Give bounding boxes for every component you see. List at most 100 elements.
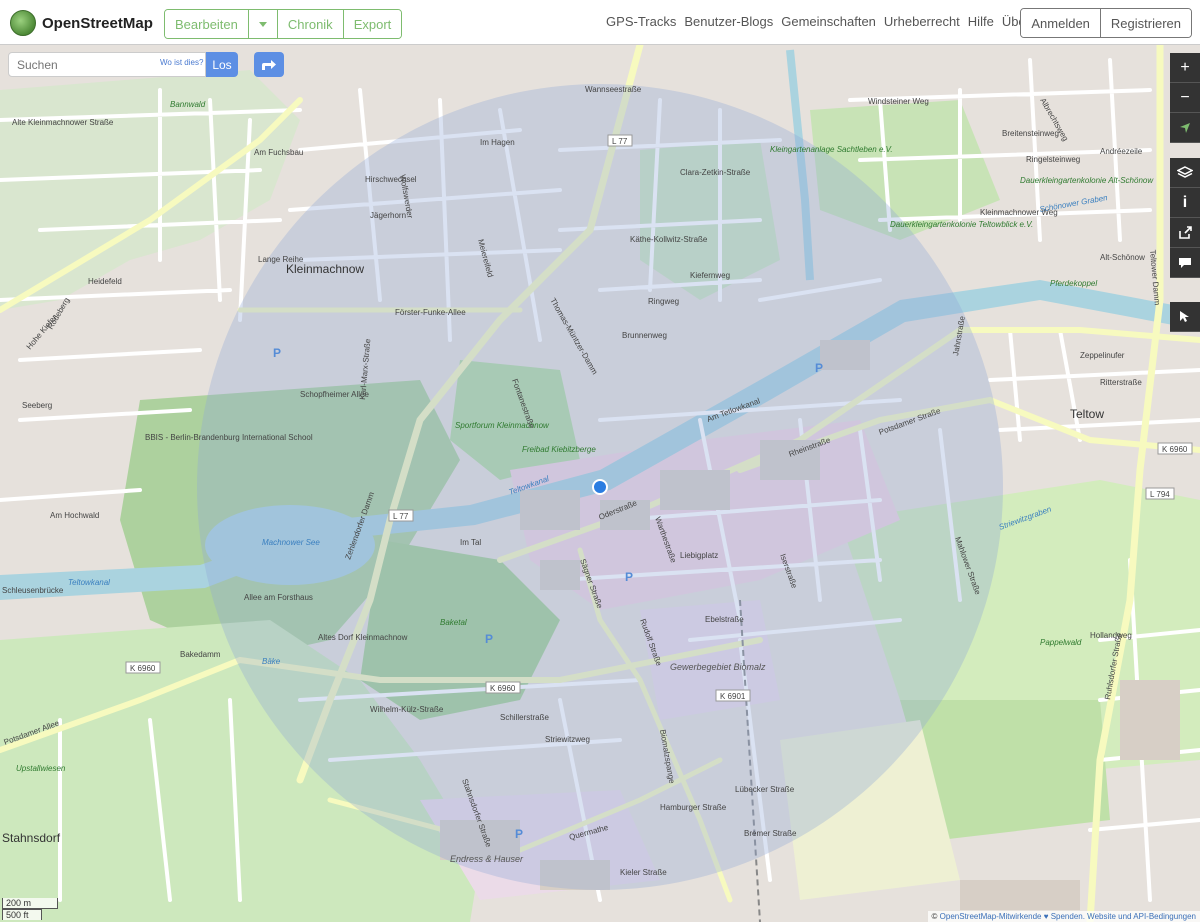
edit-button[interactable]: Bearbeiten: [165, 10, 249, 38]
query-features-button[interactable]: [1170, 302, 1200, 332]
where-is-this-link[interactable]: Wo ist dies?: [160, 58, 203, 67]
label-road-52: Schopfheimer Allee: [300, 390, 369, 399]
label-road-48: Ritterstraße: [1100, 378, 1142, 387]
top-nav: GPS-Tracks Benutzer-Blogs Gemeinschaften…: [606, 14, 1030, 29]
nav-gps-tracks[interactable]: GPS-Tracks: [606, 14, 676, 29]
share-button[interactable]: [1170, 218, 1200, 248]
label-road-32: Ringweg: [648, 297, 679, 306]
label-place-3: Baketal: [440, 618, 467, 627]
label-road-45: Schillerstraße: [500, 713, 549, 722]
brand-name: OpenStreetMap: [42, 14, 153, 32]
label-place-14: Dauerkleingartenkolonie Alt-Schönow: [1020, 176, 1154, 185]
attribution-copy: ©: [931, 912, 940, 921]
current-location-marker[interactable]: [592, 479, 608, 495]
label-place-2: Machnower See: [262, 538, 320, 547]
directions-button[interactable]: [254, 52, 284, 77]
label-road-15: Zeppelinufer: [1080, 351, 1125, 360]
label-road-38: Bremer Straße: [744, 829, 797, 838]
label-road-31: Kiefernweg: [690, 271, 730, 280]
label-road-30: Käthe-Kollwitz-Straße: [630, 235, 708, 244]
attribution-contributors-link[interactable]: OpenStreetMap-Mitwirkende: [940, 912, 1042, 921]
edit-dropdown-button[interactable]: [248, 10, 278, 38]
login-button[interactable]: Anmelden: [1021, 9, 1101, 37]
zoom-in-button[interactable]: +: [1170, 53, 1200, 83]
map-controls-query: [1170, 302, 1200, 332]
history-button[interactable]: Chronik: [277, 10, 344, 38]
label-road-56: Breitensteinweg: [1002, 129, 1059, 138]
label-road-18: Am Hochwald: [50, 511, 99, 520]
scale-metric: 200 m: [2, 898, 58, 909]
attribution-tail[interactable]: ♥ Spenden. Website und API-Bedingungen: [1042, 912, 1196, 921]
label-road-16: Hamburger Straße: [660, 803, 727, 812]
label-road-60: Alte Kleinmachnower Straße: [12, 118, 114, 127]
plus-icon: +: [1180, 58, 1190, 76]
locate-button[interactable]: [1170, 113, 1200, 143]
register-button[interactable]: Registrieren: [1100, 9, 1191, 37]
nav-user-diaries[interactable]: Benutzer-Blogs: [684, 14, 773, 29]
auth-group: Anmelden Registrieren: [1020, 8, 1192, 38]
label-road-39: Wannseestraße: [585, 85, 642, 94]
attribution: © OpenStreetMap-Mitwirkende ♥ Spenden. W…: [927, 911, 1200, 922]
query-cursor-icon: [1180, 310, 1189, 322]
label-road-6: Wilhelm-Külz-Straße: [370, 705, 444, 714]
map-canvas[interactable]: P P P P P Kleinmachnow Teltow Stahnsdorf…: [0, 45, 1200, 922]
label-place-9: Upstallwiesen: [16, 764, 66, 773]
label-road-20: Heidefeld: [88, 277, 122, 286]
locate-arrow-icon: [1180, 122, 1190, 133]
label-road-19: Lange Reihe: [258, 255, 304, 264]
label-road-57: Ringelsteinweg: [1026, 155, 1080, 164]
search-go-button[interactable]: Los: [206, 52, 238, 77]
label-place-17: Alt-Schönow: [1100, 253, 1145, 262]
road-ref-2: K 6960: [490, 684, 516, 693]
label-place-11: Pappelwald: [1040, 638, 1082, 647]
label-place-15: Dauerkleingartenkolonie Teltowblick e.V.: [890, 220, 1033, 229]
label-place-5: Freibad Kiebitzberge: [522, 445, 596, 454]
label-place-12: Schleusenbrücke: [2, 586, 64, 595]
road-ref-5: K 6960: [1162, 445, 1188, 454]
road-ref-1: L 77: [393, 512, 409, 521]
label-place-8: Endress & Hauser: [450, 854, 524, 864]
label-road-49: Hollandweg: [1090, 631, 1132, 640]
label-road-24: Jägerhorn: [370, 211, 406, 220]
label-road-1: Förster-Funke-Allee: [395, 308, 466, 317]
label-water-0: Teltowkanal: [68, 578, 110, 587]
label-road-33: Brunnenweg: [622, 331, 667, 340]
label-place-7: Gewerbegebiet Biomalz: [670, 662, 766, 672]
label-road-27: Im Hagen: [480, 138, 515, 147]
road-ref-0: L 77: [612, 137, 628, 146]
scale-bar: 200 m 500 ft: [2, 898, 58, 920]
map-controls-panels: i: [1170, 158, 1200, 278]
search-bar: Wo ist dies? Los: [8, 52, 284, 77]
label-place-6: BBIS - Berlin-Brandenburg International …: [145, 433, 313, 442]
nav-help[interactable]: Hilfe: [968, 14, 994, 29]
header: OpenStreetMap Bearbeiten Chronik Export …: [0, 0, 1200, 45]
label-road-37: Lübecker Straße: [735, 785, 795, 794]
label-town-0: Kleinmachnow: [286, 262, 364, 276]
edit-group: Bearbeiten Chronik Export: [164, 9, 403, 39]
label-road-58: Andréezeile: [1100, 147, 1143, 156]
osm-logo-icon: [10, 10, 36, 36]
label-water-4: Bäke: [262, 657, 281, 666]
label-town-2: Stahnsdorf: [2, 831, 61, 845]
share-icon: [1179, 225, 1192, 239]
nav-communities[interactable]: Gemeinschaften: [781, 14, 876, 29]
nav-copyright[interactable]: Urheberrecht: [884, 14, 960, 29]
label-road-4: Bakedamm: [180, 650, 221, 659]
logo[interactable]: OpenStreetMap: [10, 10, 153, 36]
map-tiles: P P P P P Kleinmachnow Teltow Stahnsdorf…: [0, 45, 1200, 922]
road-ref-6: L 794: [1150, 490, 1170, 499]
label-place-10: Bannwald: [170, 100, 206, 109]
layers-button[interactable]: [1170, 158, 1200, 188]
label-place-0: Liebigplatz: [680, 551, 718, 560]
info-icon: i: [1182, 193, 1188, 211]
label-road-29: Clara-Zetkin-Straße: [680, 168, 751, 177]
map-controls-zoom: + −: [1170, 53, 1200, 143]
export-button[interactable]: Export: [343, 10, 402, 38]
info-button[interactable]: i: [1170, 188, 1200, 218]
zoom-out-button[interactable]: −: [1170, 83, 1200, 113]
label-road-44: Ebelstraße: [705, 615, 744, 624]
directions-icon: [262, 59, 276, 70]
label-road-46: Seeberg: [22, 401, 52, 410]
add-note-button[interactable]: [1170, 248, 1200, 278]
road-ref-4: K 6901: [720, 692, 746, 701]
